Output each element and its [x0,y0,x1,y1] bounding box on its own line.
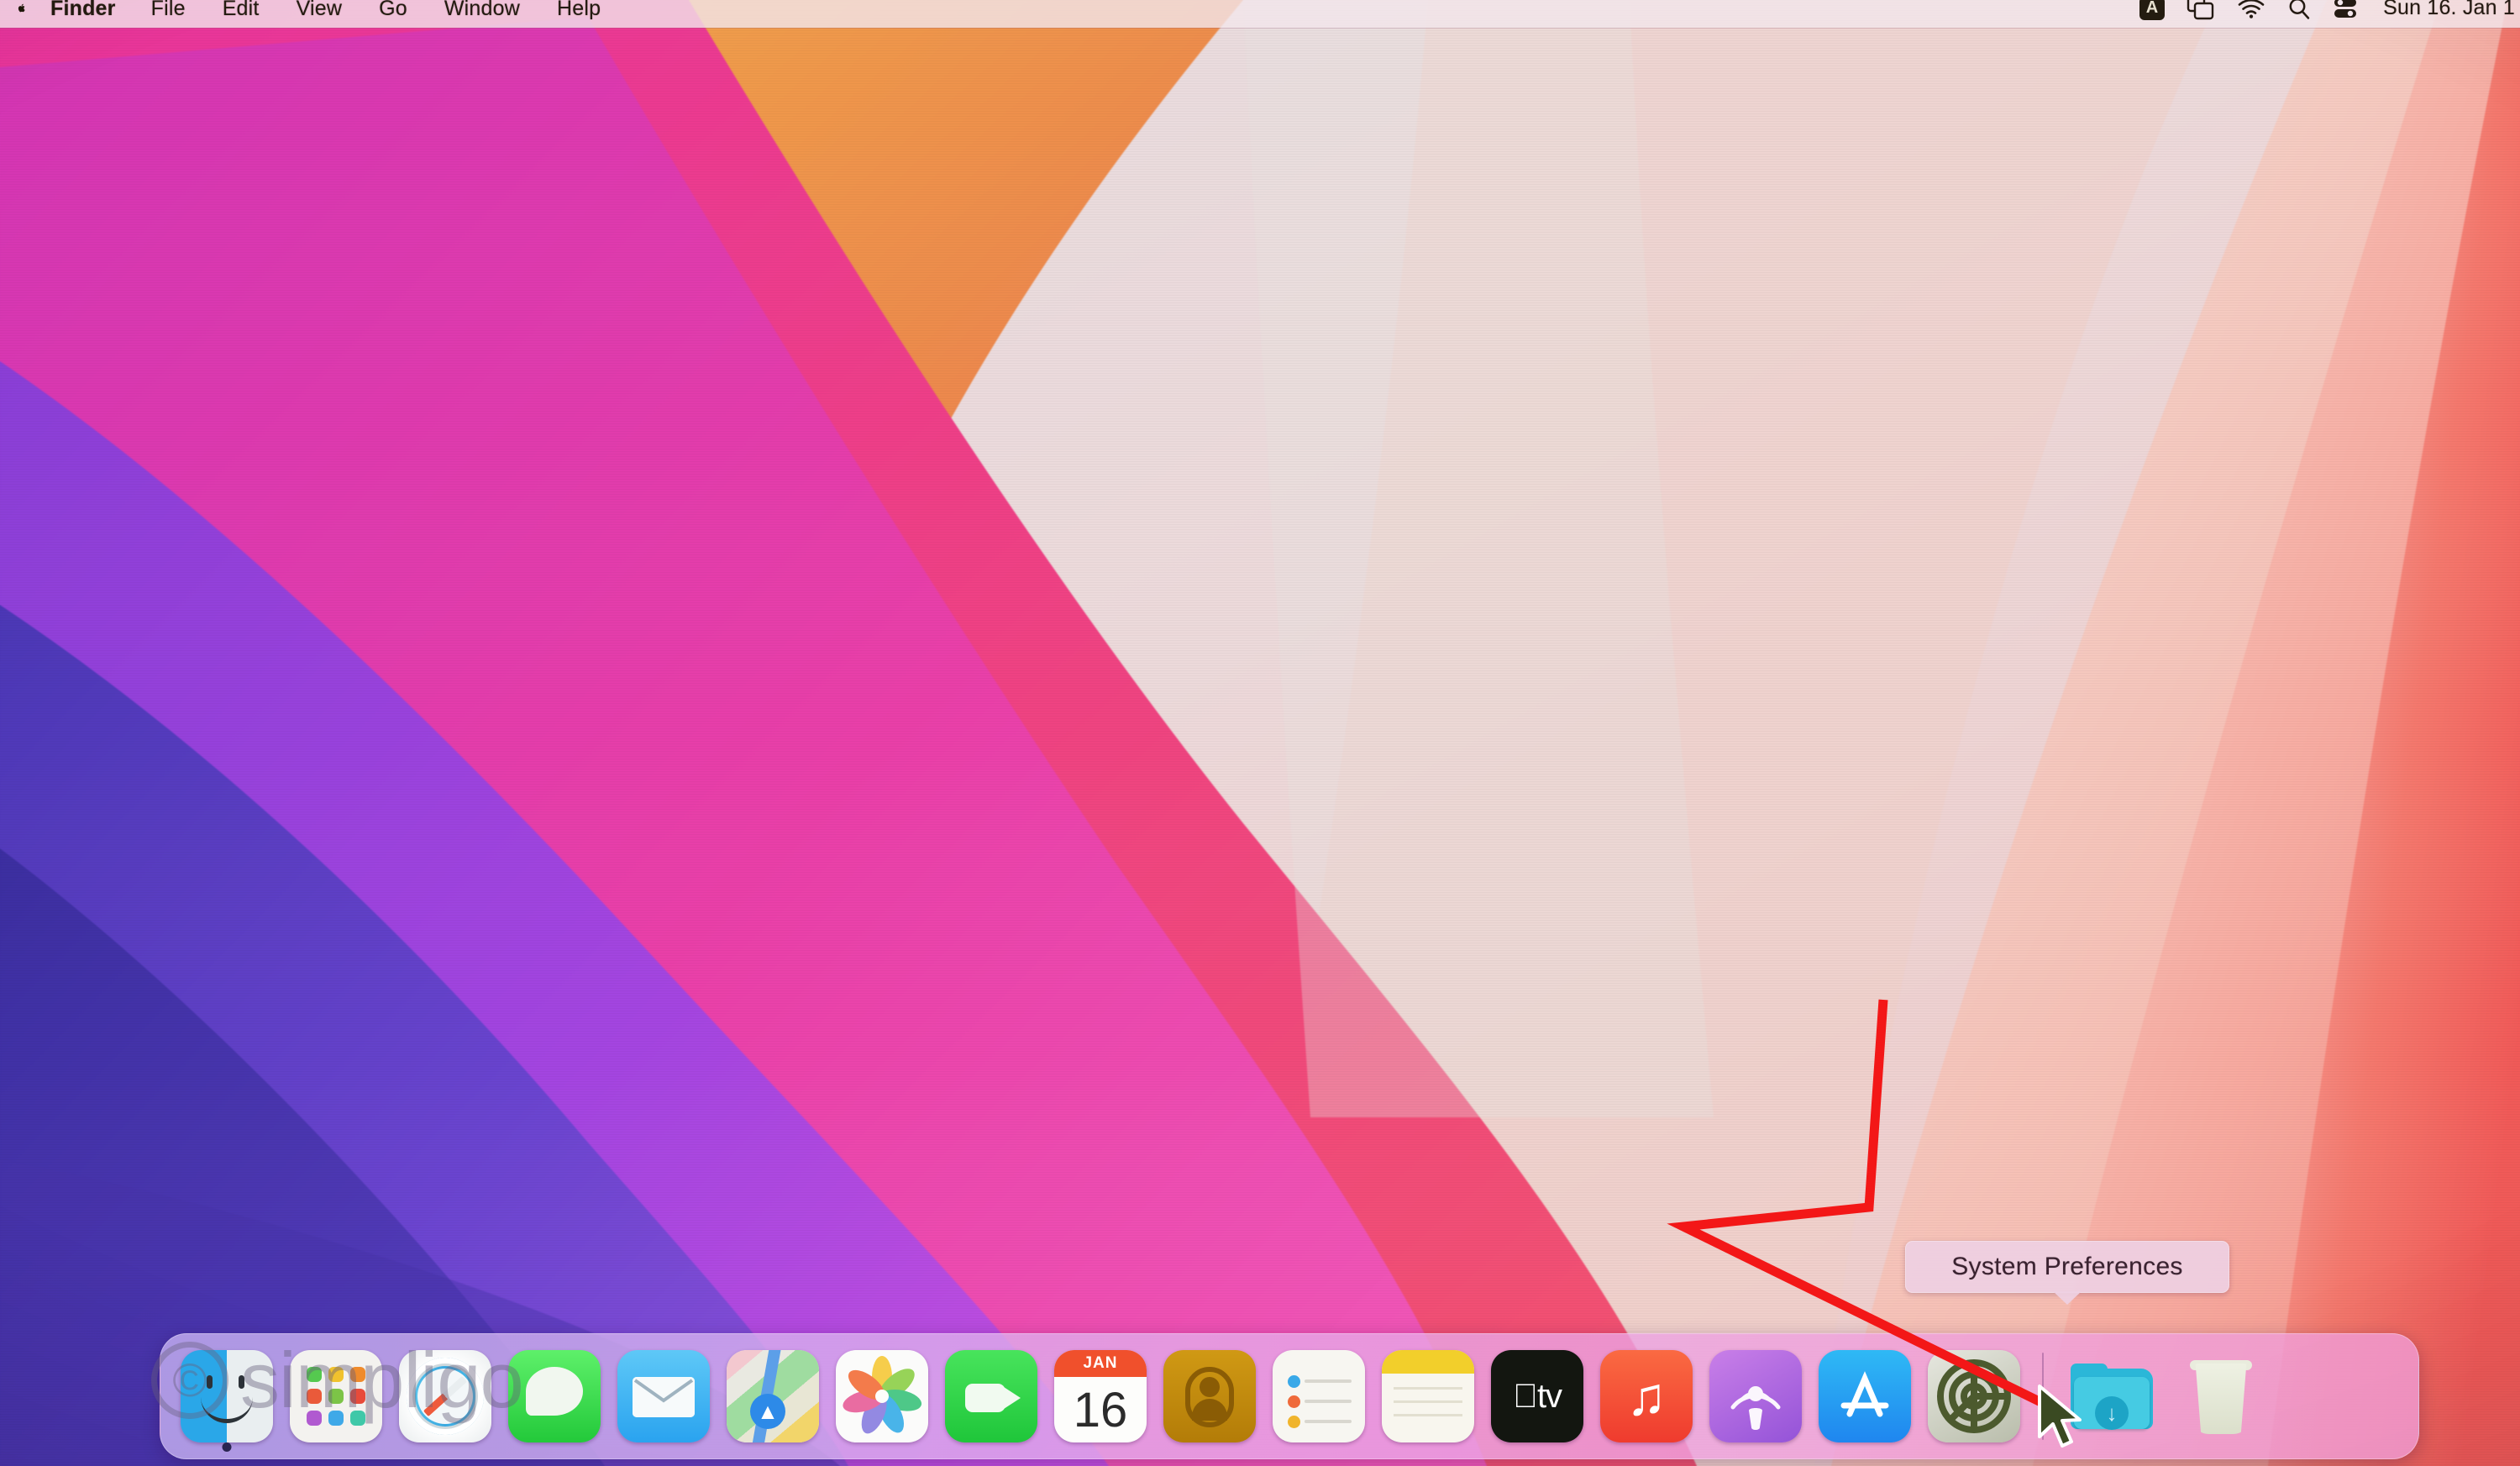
dock-item-messages[interactable] [500,1333,609,1459]
dock-item-appletv[interactable]: tv [1483,1333,1592,1459]
spotlight-search-icon[interactable] [2287,0,2311,20]
input-source-icon[interactable]: A [2139,0,2166,20]
appletv-icon: tv [1491,1350,1583,1442]
control-center-icon[interactable] [2333,0,2358,20]
dock-item-appstore[interactable] [1810,1333,1919,1459]
messages-icon [508,1350,601,1442]
menu-bar[interactable]: Finder File Edit View Go Window Help A S… [0,0,2520,28]
notes-icon [1382,1350,1474,1442]
maps-pin-icon: ▲ [750,1394,785,1429]
music-icon: ♫ [1600,1350,1693,1442]
dock-item-maps[interactable]: ▲ [718,1333,827,1459]
downloads-folder-icon: ↓ [2066,1350,2158,1442]
dock-item-music[interactable]: ♫ [1592,1333,1701,1459]
dock-item-downloads[interactable]: ↓ [2057,1333,2166,1459]
maps-icon: ▲ [727,1350,819,1442]
facetime-icon [945,1350,1037,1442]
calendar-month-label: JAN [1054,1350,1147,1377]
dock-item-launchpad[interactable] [281,1333,391,1459]
contacts-icon [1163,1350,1256,1442]
menu-bar-clock[interactable]: Sun 16. Jan 1 [2380,0,2515,20]
dock-item-mail[interactable] [609,1333,718,1459]
desktop-screen: Finder File Edit View Go Window Help A S… [0,0,2520,1466]
photos-icon [836,1350,928,1442]
trash-icon [2175,1350,2267,1442]
menu-item-finder[interactable]: Finder [34,0,133,23]
dock-item-photos[interactable] [827,1333,937,1459]
launchpad-icon [290,1350,382,1442]
dock-tooltip: System Preferences [1905,1241,2229,1293]
music-note-glyph: ♫ [1626,1366,1667,1427]
mail-icon [617,1350,710,1442]
screen-mirroring-icon[interactable] [2187,0,2215,21]
menu-bar-status-area: A Sun 16. Jan 1 [2139,0,2520,22]
dock[interactable]: ▲ JAN 16 tv ♫ ↓ [160,1333,2419,1459]
wifi-icon[interactable] [2237,0,2265,19]
running-indicator-dot [222,1442,232,1452]
dock-item-reminders[interactable] [1264,1333,1373,1459]
dock-separator [2042,1353,2044,1440]
apple-menu-icon[interactable] [5,0,34,22]
dock-tooltip-label: System Preferences [1951,1253,2183,1280]
menu-item-edit[interactable]: Edit [204,0,278,23]
dock-item-safari[interactable] [391,1333,500,1459]
dock-item-calendar[interactable]: JAN 16 [1046,1333,1155,1459]
dock-item-notes[interactable] [1373,1333,1483,1459]
appletv-glyph: tv [1513,1377,1562,1415]
download-arrow-icon: ↓ [2106,1400,2118,1426]
podcasts-icon [1709,1350,1802,1442]
dock-item-trash[interactable] [2166,1333,2276,1459]
dock-item-system-preferences[interactable] [1919,1333,2029,1459]
dock-item-podcasts[interactable] [1701,1333,1810,1459]
menu-item-file[interactable]: File [133,0,204,23]
calendar-icon: JAN 16 [1054,1350,1147,1442]
reminders-icon [1273,1350,1365,1442]
dock-item-facetime[interactable] [937,1333,1046,1459]
menu-item-view[interactable]: View [278,0,361,23]
menu-item-window[interactable]: Window [426,0,538,23]
menu-item-go[interactable]: Go [360,0,426,23]
dock-item-finder[interactable] [172,1333,281,1459]
system-preferences-icon [1928,1350,2020,1442]
menu-bar-left: Finder File Edit View Go Window Help [0,0,619,28]
menu-item-help[interactable]: Help [538,0,619,23]
dock-item-contacts[interactable] [1155,1333,1264,1459]
calendar-day-label: 16 [1073,1382,1128,1437]
finder-icon [181,1350,273,1442]
appstore-icon [1819,1350,1911,1442]
safari-icon [399,1350,491,1442]
